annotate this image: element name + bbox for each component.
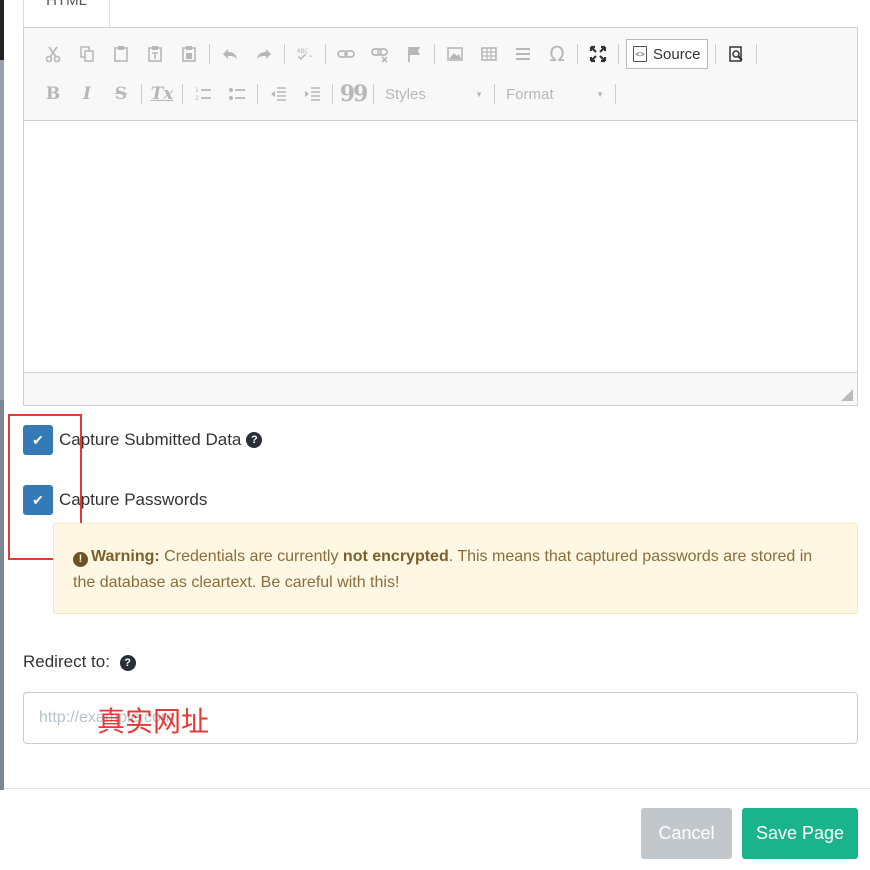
rich-text-editor: ABC Ω <> Source B I S Tx 1 2 99 Styles ▼… [23, 27, 858, 406]
bold-button[interactable]: B [36, 79, 70, 109]
remove-format-button[interactable]: Tx [145, 79, 179, 109]
toolbar-separator [434, 44, 435, 64]
warning-title: Warning: [91, 548, 160, 565]
strikethrough-button[interactable]: S [104, 79, 138, 109]
editor-toolbar: ABC Ω <> Source B I S Tx 1 2 99 Styles ▼… [24, 28, 857, 121]
styles-label: Styles [385, 85, 426, 103]
toolbar-row-2: B I S Tx 12 99 Styles ▼ Format ▼ [36, 77, 619, 111]
toolbar-separator [141, 84, 142, 104]
maximize-icon[interactable] [581, 39, 615, 69]
chevron-down-icon: ▼ [596, 89, 604, 99]
editor-status-bar [24, 372, 857, 405]
toolbar-separator [182, 84, 183, 104]
redirect-label-row: Redirect to: ? [23, 652, 136, 672]
warning-text-before: Credentials are currently [159, 548, 343, 565]
toolbar-separator [209, 44, 210, 64]
toolbar-separator [373, 84, 374, 104]
exclamation-circle-icon: ! [73, 551, 88, 567]
outdent-icon[interactable] [261, 79, 295, 109]
toolbar-separator [615, 84, 616, 104]
save-page-button[interactable]: Save Page [742, 808, 858, 859]
toolbar-separator [325, 44, 326, 64]
indent-icon[interactable] [295, 79, 329, 109]
source-icon: <> [633, 46, 647, 62]
editor-content-area[interactable] [24, 121, 857, 372]
italic-button[interactable]: I [70, 79, 104, 109]
spellcheck-icon[interactable]: ABC [288, 39, 322, 69]
copy-icon[interactable] [70, 39, 104, 69]
warning-emphasis: not encrypted [342, 548, 449, 565]
toolbar-row-1: ABC Ω <> Source [36, 37, 760, 71]
tab-html[interactable]: HTML [23, 0, 110, 28]
svg-text:1: 1 [195, 87, 199, 94]
toolbar-separator [577, 44, 578, 64]
question-circle-icon[interactable]: ? [119, 654, 136, 671]
blockquote-icon[interactable]: 99 [336, 79, 370, 109]
chevron-down-icon: ▼ [475, 89, 483, 99]
toolbar-separator [257, 84, 258, 104]
horizontal-rule-icon[interactable] [506, 39, 540, 69]
paste-word-icon[interactable] [172, 39, 206, 69]
toolbar-separator [332, 84, 333, 104]
special-char-icon[interactable]: Ω [540, 39, 574, 69]
undo-icon[interactable] [213, 39, 247, 69]
paste-text-icon[interactable] [138, 39, 172, 69]
anchor-flag-icon[interactable] [397, 39, 431, 69]
capture-submitted-label: Capture Submitted Data [59, 430, 242, 449]
source-button[interactable]: <> Source [626, 39, 708, 69]
redirect-label: Redirect to: [23, 652, 110, 671]
toolbar-separator [494, 84, 495, 104]
svg-text:ABC: ABC [297, 49, 309, 55]
question-circle-icon[interactable]: ? [246, 432, 263, 448]
format-dropdown[interactable]: Format ▼ [498, 81, 612, 107]
annotation-overlay-text: 真实网址 [97, 705, 210, 738]
format-label: Format [506, 85, 554, 103]
toolbar-separator [755, 44, 757, 64]
warning-alert: ! Warning: Credentials are currently not … [53, 523, 858, 614]
tab-html-label: HTML [46, 0, 87, 9]
toolbar-separator [618, 44, 619, 64]
preview-icon[interactable] [719, 39, 753, 69]
svg-text:2: 2 [195, 95, 199, 102]
paste-icon[interactable] [104, 39, 138, 69]
styles-dropdown[interactable]: Styles ▼ [377, 81, 491, 107]
window-edge [0, 0, 4, 870]
cancel-button[interactable]: Cancel [641, 808, 732, 859]
table-icon[interactable] [472, 39, 506, 69]
unlink-icon[interactable] [363, 39, 397, 69]
numbered-list-icon[interactable]: 12 [186, 79, 220, 109]
link-icon[interactable] [329, 39, 363, 69]
cut-icon[interactable] [36, 39, 70, 69]
source-label: Source [653, 45, 701, 63]
resize-handle-icon[interactable] [841, 389, 853, 401]
toolbar-separator [284, 44, 285, 64]
redo-icon[interactable] [247, 39, 281, 69]
bulleted-list-icon[interactable] [220, 79, 254, 109]
toolbar-separator [714, 44, 716, 64]
image-icon[interactable] [438, 39, 472, 69]
modal-footer-divider [4, 788, 870, 789]
